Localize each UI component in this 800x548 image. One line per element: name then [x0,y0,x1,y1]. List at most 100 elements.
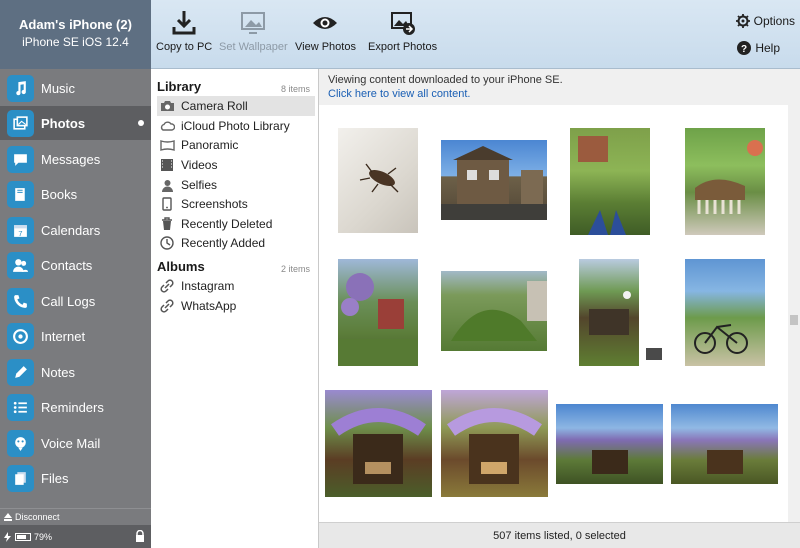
nav-item-label: Voice Mail [41,435,101,451]
nav-item-notes[interactable]: Notes [0,355,151,389]
photo-thumbnail[interactable] [685,128,765,235]
library-item-screenshots[interactable]: Screenshots [157,194,315,214]
content-area: Viewing content downloaded to your iPhon… [319,69,800,548]
calendar-icon: 7 [7,216,34,244]
lock-icon[interactable] [135,530,145,542]
nav-item-books[interactable]: Books [0,177,151,211]
nav-item-photos[interactable]: Photos [0,106,151,140]
view-photos-button[interactable]: View Photos [295,10,356,53]
charging-bolt-icon [4,531,11,542]
photo-thumbnail[interactable] [671,404,778,484]
nav-item-call-logs[interactable]: Call Logs [0,284,151,318]
photo-thumbnail[interactable] [325,390,432,497]
nav-item-music[interactable]: Music [0,71,151,105]
library-item-label: Screenshots [181,197,248,211]
set-wallpaper-button[interactable]: Set Wallpaper [219,10,288,53]
bicycle-image [694,324,748,354]
photo-thumbnail[interactable] [441,271,547,351]
library-item-label: Recently Added [181,236,266,250]
nav-item-label: Books [41,186,78,202]
panorama-icon [159,137,175,153]
photo-thumbnail[interactable] [338,128,418,233]
view-photos-label: View Photos [295,41,356,53]
export-photo-icon [390,10,416,36]
nav-item-calendars[interactable]: 7 Calendars [0,213,151,247]
house-image [441,146,547,220]
download-icon [171,10,197,36]
disconnect-button[interactable]: Disconnect [0,508,151,524]
library-item-videos[interactable]: Videos [157,155,315,175]
vertical-scrollbar[interactable] [788,105,800,522]
library-item-selfies[interactable]: Selfies [157,175,315,195]
music-note-icon [7,74,34,102]
album-item-instagram[interactable]: Instagram [157,276,315,296]
library-item-recently-added[interactable]: Recently Added [157,233,315,253]
photo-grid [319,105,788,522]
scrollbar-thumb[interactable] [790,315,798,325]
eject-icon [4,512,12,521]
film-icon [159,157,175,173]
phone-screen-icon [159,196,175,212]
photo-thumbnail[interactable] [685,259,765,366]
battery-percent: 79% [34,531,53,542]
library-heading: Library [157,79,202,94]
nav-item-files[interactable]: Files [0,461,151,495]
wallpaper-icon [240,10,266,36]
library-item-label: Camera Roll [181,99,248,113]
library-item-camera-roll[interactable]: Camera Roll [157,96,315,116]
photo-thumbnail[interactable] [441,140,547,220]
copy-to-pc-button[interactable]: Copy to PC [156,10,212,53]
contacts-icon [7,251,34,279]
wisteria-arbor-image [330,408,426,484]
gear-icon [735,14,750,28]
nav-item-label: Messages [41,151,101,167]
photos-icon [7,109,34,137]
files-icon [7,464,34,492]
wisteria-arbor-warm-image [446,408,542,484]
internet-icon [7,322,34,350]
cloud-icon [159,118,175,134]
photo-thumbnail[interactable] [570,128,650,235]
help-button[interactable]: ? Help [737,41,780,55]
library-item-label: Selfies [181,178,218,192]
photo-thumbnail[interactable] [338,259,418,366]
info-bar: Viewing content downloaded to your iPhon… [319,69,800,105]
nav-item-messages[interactable]: Messages [0,142,151,176]
photo-thumbnail[interactable] [441,390,548,497]
nav-item-voice-mail[interactable]: Voice Mail [0,426,151,460]
status-text: 507 items listed, 0 selected [493,529,626,542]
albums-count: 2 items [280,264,310,274]
library-item-label: Panoramic [181,138,239,152]
nav-item-contacts[interactable]: Contacts [0,248,151,282]
garden-video-image [589,291,631,335]
battery-icon [15,532,31,541]
nav-item-reminders[interactable]: Reminders [0,390,151,424]
active-indicator [138,120,144,126]
library-count: 8 items [280,84,310,94]
pencil-icon [7,358,34,386]
view-all-content-link[interactable]: Click here to view all content. [328,88,800,100]
help-label: Help [755,41,780,55]
photo-thumbnail[interactable] [579,259,639,366]
export-photos-button[interactable]: Export Photos [368,10,437,53]
book-icon [7,180,34,208]
device-sidebar: Adam's iPhone (2) iPhone SE iOS 12.4 Mus… [0,0,151,548]
library-item-recently-deleted[interactable]: Recently Deleted [157,214,315,234]
photo-thumbnail[interactable] [556,404,663,484]
camera-icon [159,98,175,114]
wisteria-garden-image [338,273,418,366]
album-item-whatsapp[interactable]: WhatsApp [157,296,315,316]
copy-to-pc-label: Copy to PC [156,41,213,53]
link-icon [159,298,175,314]
set-wallpaper-label: Set Wallpaper [219,41,288,53]
options-button[interactable]: Options [735,14,795,28]
options-label: Options [753,14,795,28]
export-photos-label: Export Photos [368,41,438,53]
device-model: iPhone SE iOS 12.4 [22,35,129,49]
nav-item-internet[interactable]: Internet [0,319,151,353]
nav-item-label: Files [41,470,69,486]
library-item-panoramic[interactable]: Panoramic [157,135,315,155]
person-icon [159,177,175,193]
wisteria-wide-warm-image [707,450,743,474]
library-item-icloud[interactable]: iCloud Photo Library [157,116,315,136]
